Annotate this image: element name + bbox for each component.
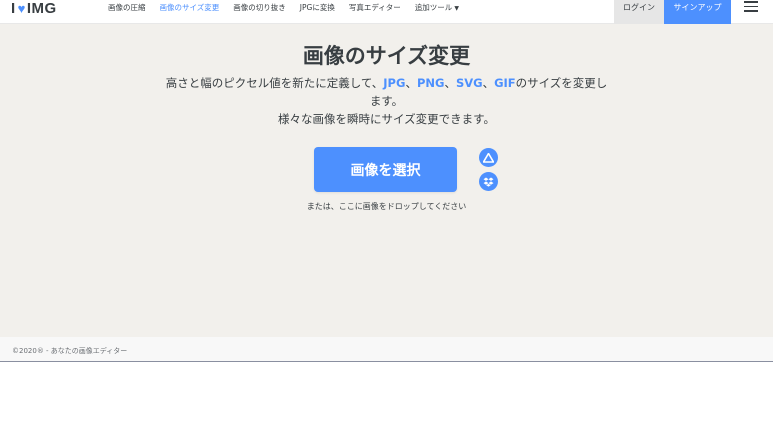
desc-text-pre: 高さと幅のピクセル値を新たに定義して、	[165, 76, 384, 90]
signup-button[interactable]: サインアップ	[664, 0, 731, 24]
main-area: 画像のサイズ変更 高さと幅のピクセル値を新たに定義して、JPG、PNG、SVG、…	[0, 24, 773, 337]
nav-item-more-tools[interactable]: 追加ツール ▼	[415, 2, 459, 13]
login-button[interactable]: ログイン	[614, 0, 664, 24]
format-jpg: JPG	[383, 76, 406, 90]
caret-down-icon: ▼	[454, 4, 459, 12]
hamburger-menu-icon[interactable]	[744, 1, 758, 12]
drop-hint: または、ここに画像をドロップしてください	[306, 202, 467, 211]
nav-item-crop[interactable]: 画像の切り抜き	[233, 2, 286, 13]
dropbox-icon	[483, 177, 494, 187]
logo[interactable]: I ♥ IMG	[11, 0, 57, 17]
format-png: PNG	[416, 76, 445, 90]
menu-bar	[744, 10, 758, 12]
desc-sep: 、	[444, 76, 456, 90]
header: I ♥ IMG 画像の圧縮 画像のサイズ変更 画像の切り抜き JPGに変換 写真…	[0, 0, 773, 24]
desc-sep: 、	[482, 76, 495, 90]
google-drive-button[interactable]	[479, 148, 498, 167]
page-description: 高さと幅のピクセル値を新たに定義して、JPG、PNG、SVG、GIFのサイズを変…	[160, 74, 613, 128]
heart-icon: ♥	[17, 0, 26, 16]
logo-prefix: I	[11, 0, 16, 17]
footer: ©2020® - あなたの画像エディター	[0, 337, 773, 362]
google-drive-icon	[483, 152, 494, 163]
desc-line-2: 様々な画像を瞬時にサイズ変更できます。	[277, 112, 495, 126]
format-svg: SVG	[455, 76, 483, 90]
logo-suffix: IMG	[26, 0, 57, 17]
page-title: 画像のサイズ変更	[302, 44, 471, 68]
nav-item-resize[interactable]: 画像のサイズ変更	[160, 2, 220, 13]
copyright-text: ©2020® - あなたの画像エディター	[12, 347, 128, 355]
menu-bar	[744, 1, 758, 3]
nav-item-compress[interactable]: 画像の圧縮	[108, 2, 146, 13]
dropbox-button[interactable]	[479, 172, 498, 191]
nav-item-convert-jpg[interactable]: JPGに変換	[300, 2, 335, 13]
nav-item-more-tools-label: 追加ツール	[414, 2, 453, 12]
format-gif: GIF	[494, 76, 516, 90]
select-images-button[interactable]: 画像を選択	[314, 147, 457, 192]
menu-bar	[744, 5, 758, 8]
nav-item-photo-editor[interactable]: 写真エディター	[349, 2, 401, 13]
desc-sep: 、	[405, 76, 417, 90]
main-nav: 画像の圧縮 画像のサイズ変更 画像の切り抜き JPGに変換 写真エディター 追加…	[108, 0, 473, 14]
